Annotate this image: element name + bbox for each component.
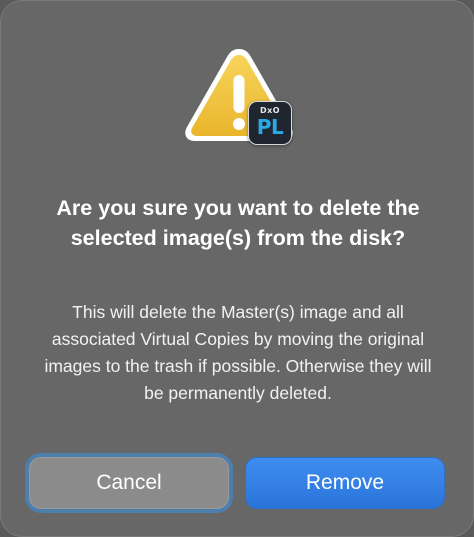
cancel-button[interactable]: Cancel	[29, 457, 229, 509]
dialog-message: This will delete the Master(s) image and…	[44, 302, 432, 403]
dxo-photolab-app-icon: DxO PL	[248, 101, 292, 145]
delete-confirmation-dialog: DxO PL Are you sure you want to delete t…	[0, 0, 474, 537]
dialog-title: Are you sure you want to delete the sele…	[56, 196, 420, 250]
remove-button[interactable]: Remove	[245, 457, 445, 509]
app-badge-label: PL	[256, 115, 284, 139]
app-badge-brand: DxO	[259, 106, 281, 115]
